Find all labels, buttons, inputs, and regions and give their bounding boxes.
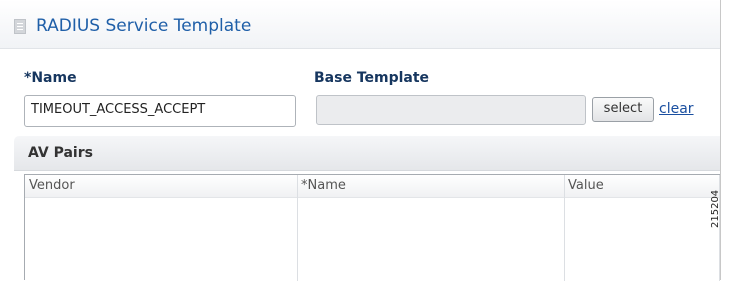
av-pairs-table: Vendor *Name Value bbox=[24, 174, 720, 281]
av-pairs-section-header: AV Pairs bbox=[14, 136, 720, 171]
column-header-name[interactable]: *Name bbox=[301, 178, 346, 193]
panel-header: RADIUS Service Template bbox=[0, 0, 720, 49]
base-template-input[interactable] bbox=[316, 95, 586, 125]
base-template-label: Base Template bbox=[314, 70, 430, 86]
figure-id: 215204 bbox=[710, 189, 721, 228]
clear-link[interactable]: clear bbox=[659, 101, 694, 117]
column-header-vendor[interactable]: Vendor bbox=[29, 178, 75, 193]
name-input[interactable]: TIMEOUT_ACCESS_ACCEPT bbox=[24, 95, 296, 127]
document-icon bbox=[14, 19, 26, 34]
av-pairs-title: AV Pairs bbox=[28, 145, 93, 161]
name-label: *Name bbox=[24, 70, 77, 86]
column-header-value[interactable]: Value bbox=[568, 178, 604, 193]
table-header: Vendor *Name Value bbox=[25, 175, 720, 198]
page-title: RADIUS Service Template bbox=[36, 16, 252, 36]
select-button[interactable]: select bbox=[592, 97, 654, 122]
column-divider bbox=[297, 175, 298, 281]
radius-service-template-panel: RADIUS Service Template *Name TIMEOUT_AC… bbox=[0, 0, 721, 281]
column-divider bbox=[564, 175, 565, 281]
